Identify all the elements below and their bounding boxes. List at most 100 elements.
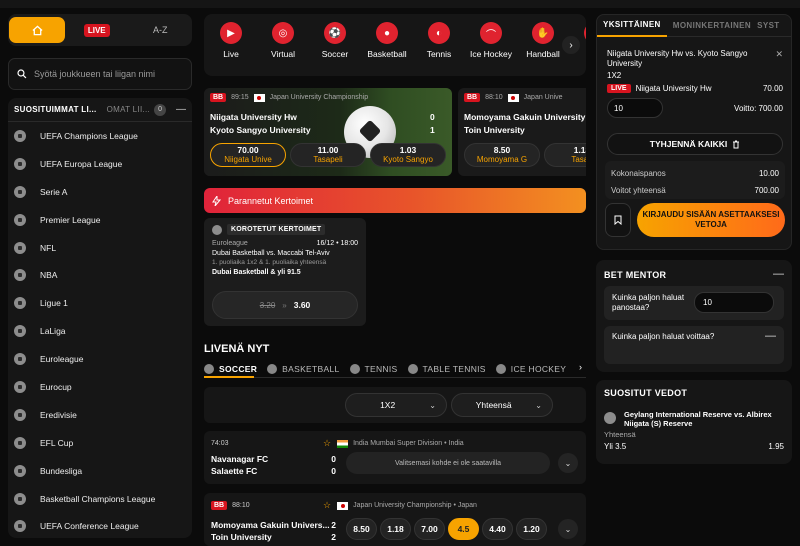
- tab-my-leagues[interactable]: OMAT LII...: [107, 105, 150, 114]
- league-name: Premier League: [40, 214, 101, 225]
- bet-selection: Niigata University Hw: [635, 84, 712, 93]
- sport-item-handball[interactable]: ✋ Handball: [518, 22, 568, 59]
- event-name: Dubai Basketball vs. Maccabi Tel-Aviv: [212, 250, 330, 257]
- home-team: Momoyama Gakuin Univers...: [211, 520, 330, 530]
- boosted-odds-banner[interactable]: Parannetut Kertoimet: [204, 188, 586, 213]
- league-name: EFL Cup: [40, 437, 74, 448]
- favorite-star-icon[interactable]: ☆: [323, 500, 331, 511]
- bet-totals: Kokonaispanos 10.00 Voitot yhteensä 700.00: [605, 161, 785, 199]
- collapse-icon[interactable]: —: [765, 330, 776, 342]
- boosted-odds-card: KOROTETUT KERTOIMET Euroleague 16/12 • 1…: [204, 218, 366, 326]
- sport-item-live[interactable]: ▶ Live: [206, 22, 256, 59]
- clear-all-button[interactable]: TYHJENNÄ KAIKKI: [607, 133, 783, 155]
- odds-button[interactable]: 8.50: [346, 518, 377, 540]
- league-item[interactable]: Bundesliga: [8, 457, 192, 485]
- collapse-icon[interactable]: —: [176, 104, 186, 115]
- sports-next-button[interactable]: ›: [562, 36, 580, 54]
- live-tab[interactable]: LIVE: [65, 23, 129, 37]
- odds-button-away[interactable]: 1.03 Kyoto Sangyo: [370, 143, 446, 167]
- stake-input[interactable]: [607, 98, 663, 118]
- live-tab-basketball[interactable]: BASKETBALL: [267, 363, 339, 374]
- league-item[interactable]: Premier League: [8, 206, 192, 234]
- league-item[interactable]: UEFA Europa League: [8, 150, 192, 178]
- home-button[interactable]: [9, 17, 65, 43]
- mentor-stake-input[interactable]: [694, 292, 774, 313]
- more-markets-button[interactable]: ⌄: [558, 519, 578, 539]
- live-tab-soccer[interactable]: SOCCER: [204, 363, 257, 374]
- potential-win: Voitto: 700.00: [734, 104, 783, 113]
- odds-button-draw[interactable]: 1.18Tasap: [544, 143, 586, 167]
- sport-item-tennis[interactable]: ◐ Tennis: [414, 22, 464, 59]
- more-markets-button[interactable]: ⌄: [558, 453, 578, 473]
- live-tab-label: ICE HOCKEY: [510, 363, 567, 374]
- league-name: Serie A: [40, 186, 68, 197]
- boosted-odds-button[interactable]: 3.20 » 3.60: [212, 291, 358, 319]
- favorite-star-icon[interactable]: ☆: [323, 438, 331, 449]
- sport-item-soccer[interactable]: ⚽ Soccer: [310, 22, 360, 59]
- sport-label: Handball: [526, 49, 560, 59]
- league-item[interactable]: UEFA Champions League: [8, 122, 192, 150]
- win-question[interactable]: Kuinka paljon haluat voittaa? —: [604, 326, 784, 364]
- tab-multiple[interactable]: MONINKERTAINEN: [667, 21, 757, 30]
- league-list: UEFA Champions League UEFA Europa League S…: [8, 122, 192, 538]
- league-item[interactable]: Euroleague: [8, 345, 192, 373]
- popular-market: Yhteensä: [604, 430, 636, 439]
- league-item[interactable]: Basketball Champions League: [8, 485, 192, 513]
- live-match-row[interactable]: 74:03 ☆ India Mumbai Super Division • In…: [204, 431, 586, 484]
- tab-single[interactable]: YKSITTÄINEN: [597, 15, 667, 37]
- odds-button-home[interactable]: 70.00 Niigata Unive: [210, 143, 286, 167]
- popular-bets-panel: SUOSITUT VEDOT Geylang International Res…: [596, 380, 792, 464]
- live-tab-table-tennis[interactable]: TABLE TENNIS: [407, 363, 486, 374]
- live-match-row[interactable]: BB 88:10 ☆ Japan University Championship…: [204, 493, 586, 546]
- league-item[interactable]: EFL Cup: [8, 429, 192, 457]
- featured-card[interactable]: BB 88:10 Japan Unive Momoyama Gakuin Uni…: [458, 88, 586, 176]
- live-tabs-next-icon[interactable]: ›: [579, 362, 582, 372]
- odds-button-home[interactable]: 8.50 Momoyama G: [464, 143, 540, 167]
- popular-event: Geylang International Reserve vs. Albire…: [624, 410, 772, 428]
- bookmark-button[interactable]: [605, 203, 631, 237]
- sport-ball-icon: [204, 363, 214, 374]
- league-item[interactable]: UEFA Conference League: [8, 512, 192, 538]
- tab-system[interactable]: SYST: [757, 21, 780, 30]
- league-item[interactable]: NFL: [8, 234, 192, 262]
- left-sidebar: LIVE A-Z SUOSITUIMMAT LI... OMAT LII... …: [8, 14, 193, 538]
- tab-popular-leagues[interactable]: SUOSITUIMMAT LI...: [14, 105, 97, 114]
- league-item[interactable]: Ligue 1: [8, 289, 192, 317]
- odds-button[interactable]: 7.00: [414, 518, 445, 540]
- sport-ball-icon: [14, 185, 26, 198]
- login-to-bet-button[interactable]: KIRJAUDU SISÄÄN ASETTAAKSESI VETOJA: [637, 203, 785, 237]
- odds-button[interactable]: 1.18: [380, 518, 411, 540]
- bet-selection-row: LIVE Niigata University Hw 70.00: [607, 84, 783, 93]
- az-tab[interactable]: A-Z: [129, 25, 193, 35]
- league-item[interactable]: Eurocup: [8, 373, 192, 401]
- popular-odds[interactable]: 1.95: [768, 442, 784, 451]
- odds-button[interactable]: 4.40: [482, 518, 513, 540]
- league-item[interactable]: LaLiga: [8, 317, 192, 345]
- live-tab-ice-hockey[interactable]: ICE HOCKEY: [495, 363, 567, 374]
- odds-button-draw[interactable]: 11.00 Tasapeli: [290, 143, 366, 167]
- market-select-total[interactable]: Yhteensä ⌄: [451, 393, 553, 417]
- sport-item-ice-hockey[interactable]: ⌒ Ice Hockey: [466, 22, 516, 59]
- main-content: ▶ Live ◎ Virtual ⚽ Soccer ● Basketball ◐ Tennis ⌒ I…: [204, 14, 586, 546]
- league-item[interactable]: Eredivisie: [8, 401, 192, 429]
- close-icon[interactable]: ✕: [775, 49, 783, 60]
- league-item[interactable]: Serie A: [8, 178, 192, 206]
- bet-mentor-title: BET MENTOR: [604, 270, 667, 280]
- sport-item-basketball[interactable]: ● Basketball: [362, 22, 412, 59]
- popular-bet-item[interactable]: Geylang International Reserve vs. Albire…: [604, 410, 784, 451]
- search-input[interactable]: [33, 69, 183, 79]
- league-name: UEFA Conference League: [40, 521, 139, 532]
- collapse-icon[interactable]: —: [773, 268, 784, 280]
- boost-tag: KOROTETUT KERTOIMET: [227, 224, 326, 235]
- sport-ball-icon: [14, 241, 26, 254]
- odds-button[interactable]: 1.20: [516, 518, 547, 540]
- sport-item-virtual[interactable]: ◎ Virtual: [258, 22, 308, 59]
- featured-card[interactable]: BB 89:15 Japan University Championship N…: [204, 88, 452, 176]
- market-select-1x2[interactable]: 1X2 ⌄: [345, 393, 447, 417]
- live-tab-tennis[interactable]: TENNIS: [349, 363, 398, 374]
- win-value: 700.00: [758, 103, 783, 113]
- league-item[interactable]: NBA: [8, 261, 192, 289]
- selection-name: Dubai Basketball & yli 91.5: [212, 269, 301, 276]
- total-line-button[interactable]: 4.5: [448, 518, 479, 540]
- login-row: KIRJAUDU SISÄÄN ASETTAAKSESI VETOJA: [605, 201, 785, 243]
